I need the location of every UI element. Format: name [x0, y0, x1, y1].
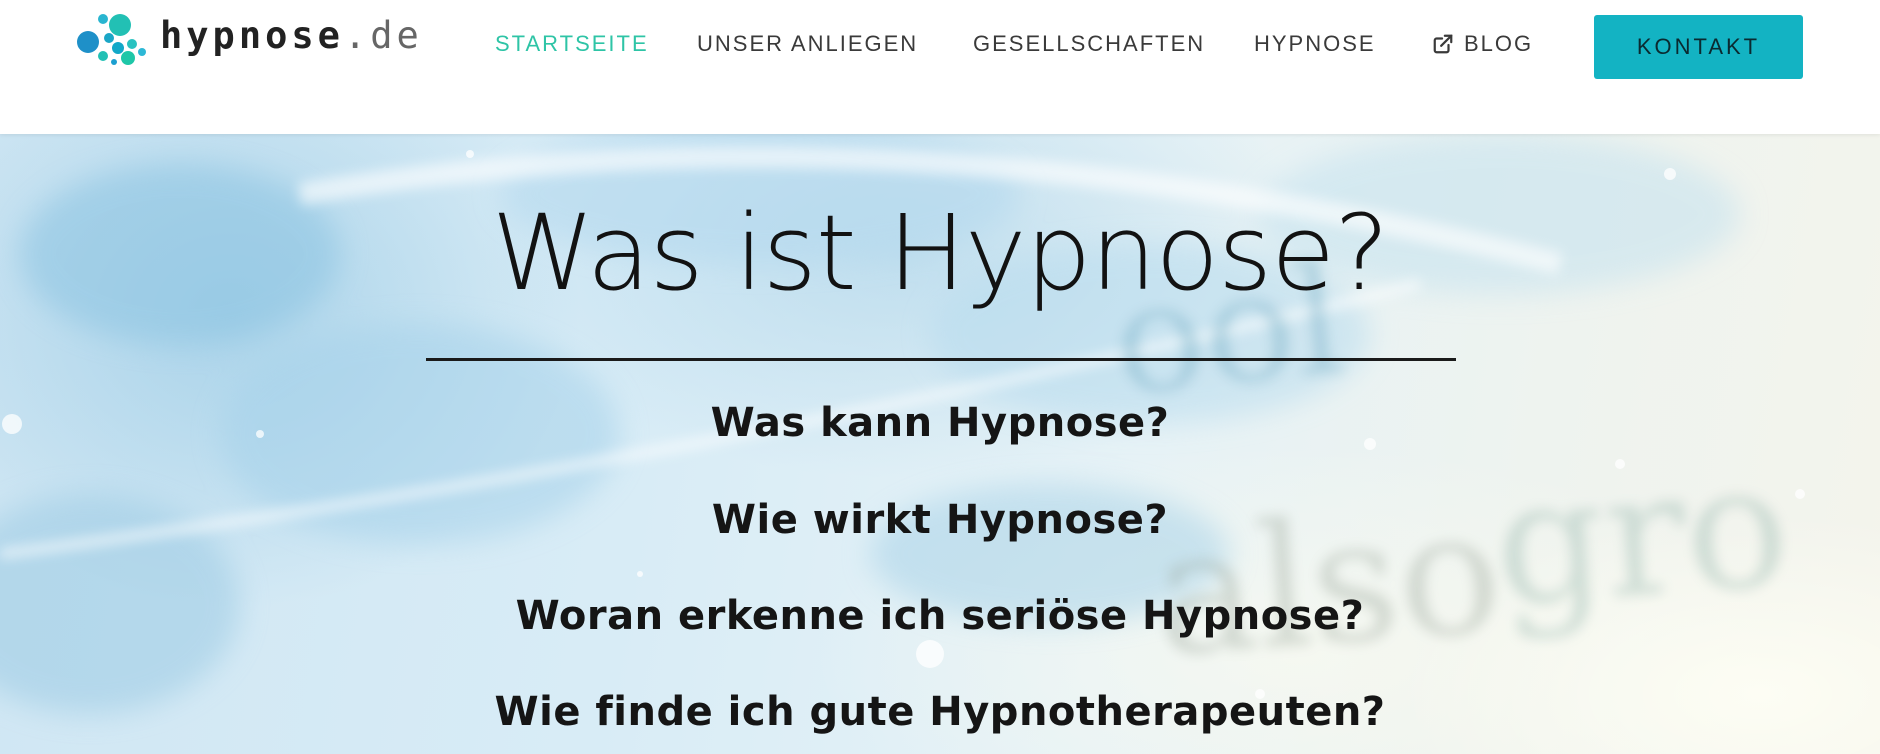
faq-link-serioese-hypnose[interactable]: Woran erkenne ich seriöse Hypnose? — [0, 593, 1880, 639]
nav-item-unser-anliegen[interactable]: UNSER ANLIEGEN — [697, 31, 918, 57]
nav-item-blog[interactable]: BLOG — [1432, 31, 1533, 57]
contact-button[interactable]: KONTAKT — [1594, 15, 1803, 79]
nav-item-label: BLOG — [1464, 31, 1534, 56]
site-header: hypnose.de STARTSEITE UNSER ANLIEGEN GES… — [0, 0, 1880, 134]
nav-item-label: UNSER ANLIEGEN — [697, 31, 919, 56]
logo-text: hypnose.de — [160, 14, 423, 57]
nav-item-label: GESELLSCHAFTEN — [973, 31, 1206, 56]
external-link-icon — [1433, 34, 1453, 54]
faq-link-hypnotherapeuten[interactable]: Wie finde ich gute Hypnotherapeuten? — [0, 689, 1880, 735]
logo-name: hypnose — [160, 13, 344, 57]
faq-link-was-kann[interactable]: Was kann Hypnose? — [0, 400, 1880, 446]
faq-link-wie-wirkt[interactable]: Wie wirkt Hypnose? — [0, 497, 1880, 543]
nav-item-label: STARTSEITE — [495, 31, 649, 56]
bubble-dots-logo-icon — [77, 14, 146, 65]
site-logo[interactable]: hypnose.de — [76, 6, 423, 70]
nav-item-startseite[interactable]: STARTSEITE — [495, 31, 649, 57]
page-title: Was ist Hypnose? — [491, 192, 1390, 314]
nav-item-hypnose[interactable]: HYPNOSE — [1254, 31, 1376, 57]
nav-item-label: HYPNOSE — [1254, 31, 1376, 56]
hero-section: ool also gro Was ist Hypnose? Was kann H… — [0, 134, 1880, 754]
nav-item-gesellschaften[interactable]: GESELLSCHAFTEN — [973, 31, 1205, 57]
title-divider — [426, 358, 1456, 361]
logo-tld: .de — [343, 13, 423, 57]
